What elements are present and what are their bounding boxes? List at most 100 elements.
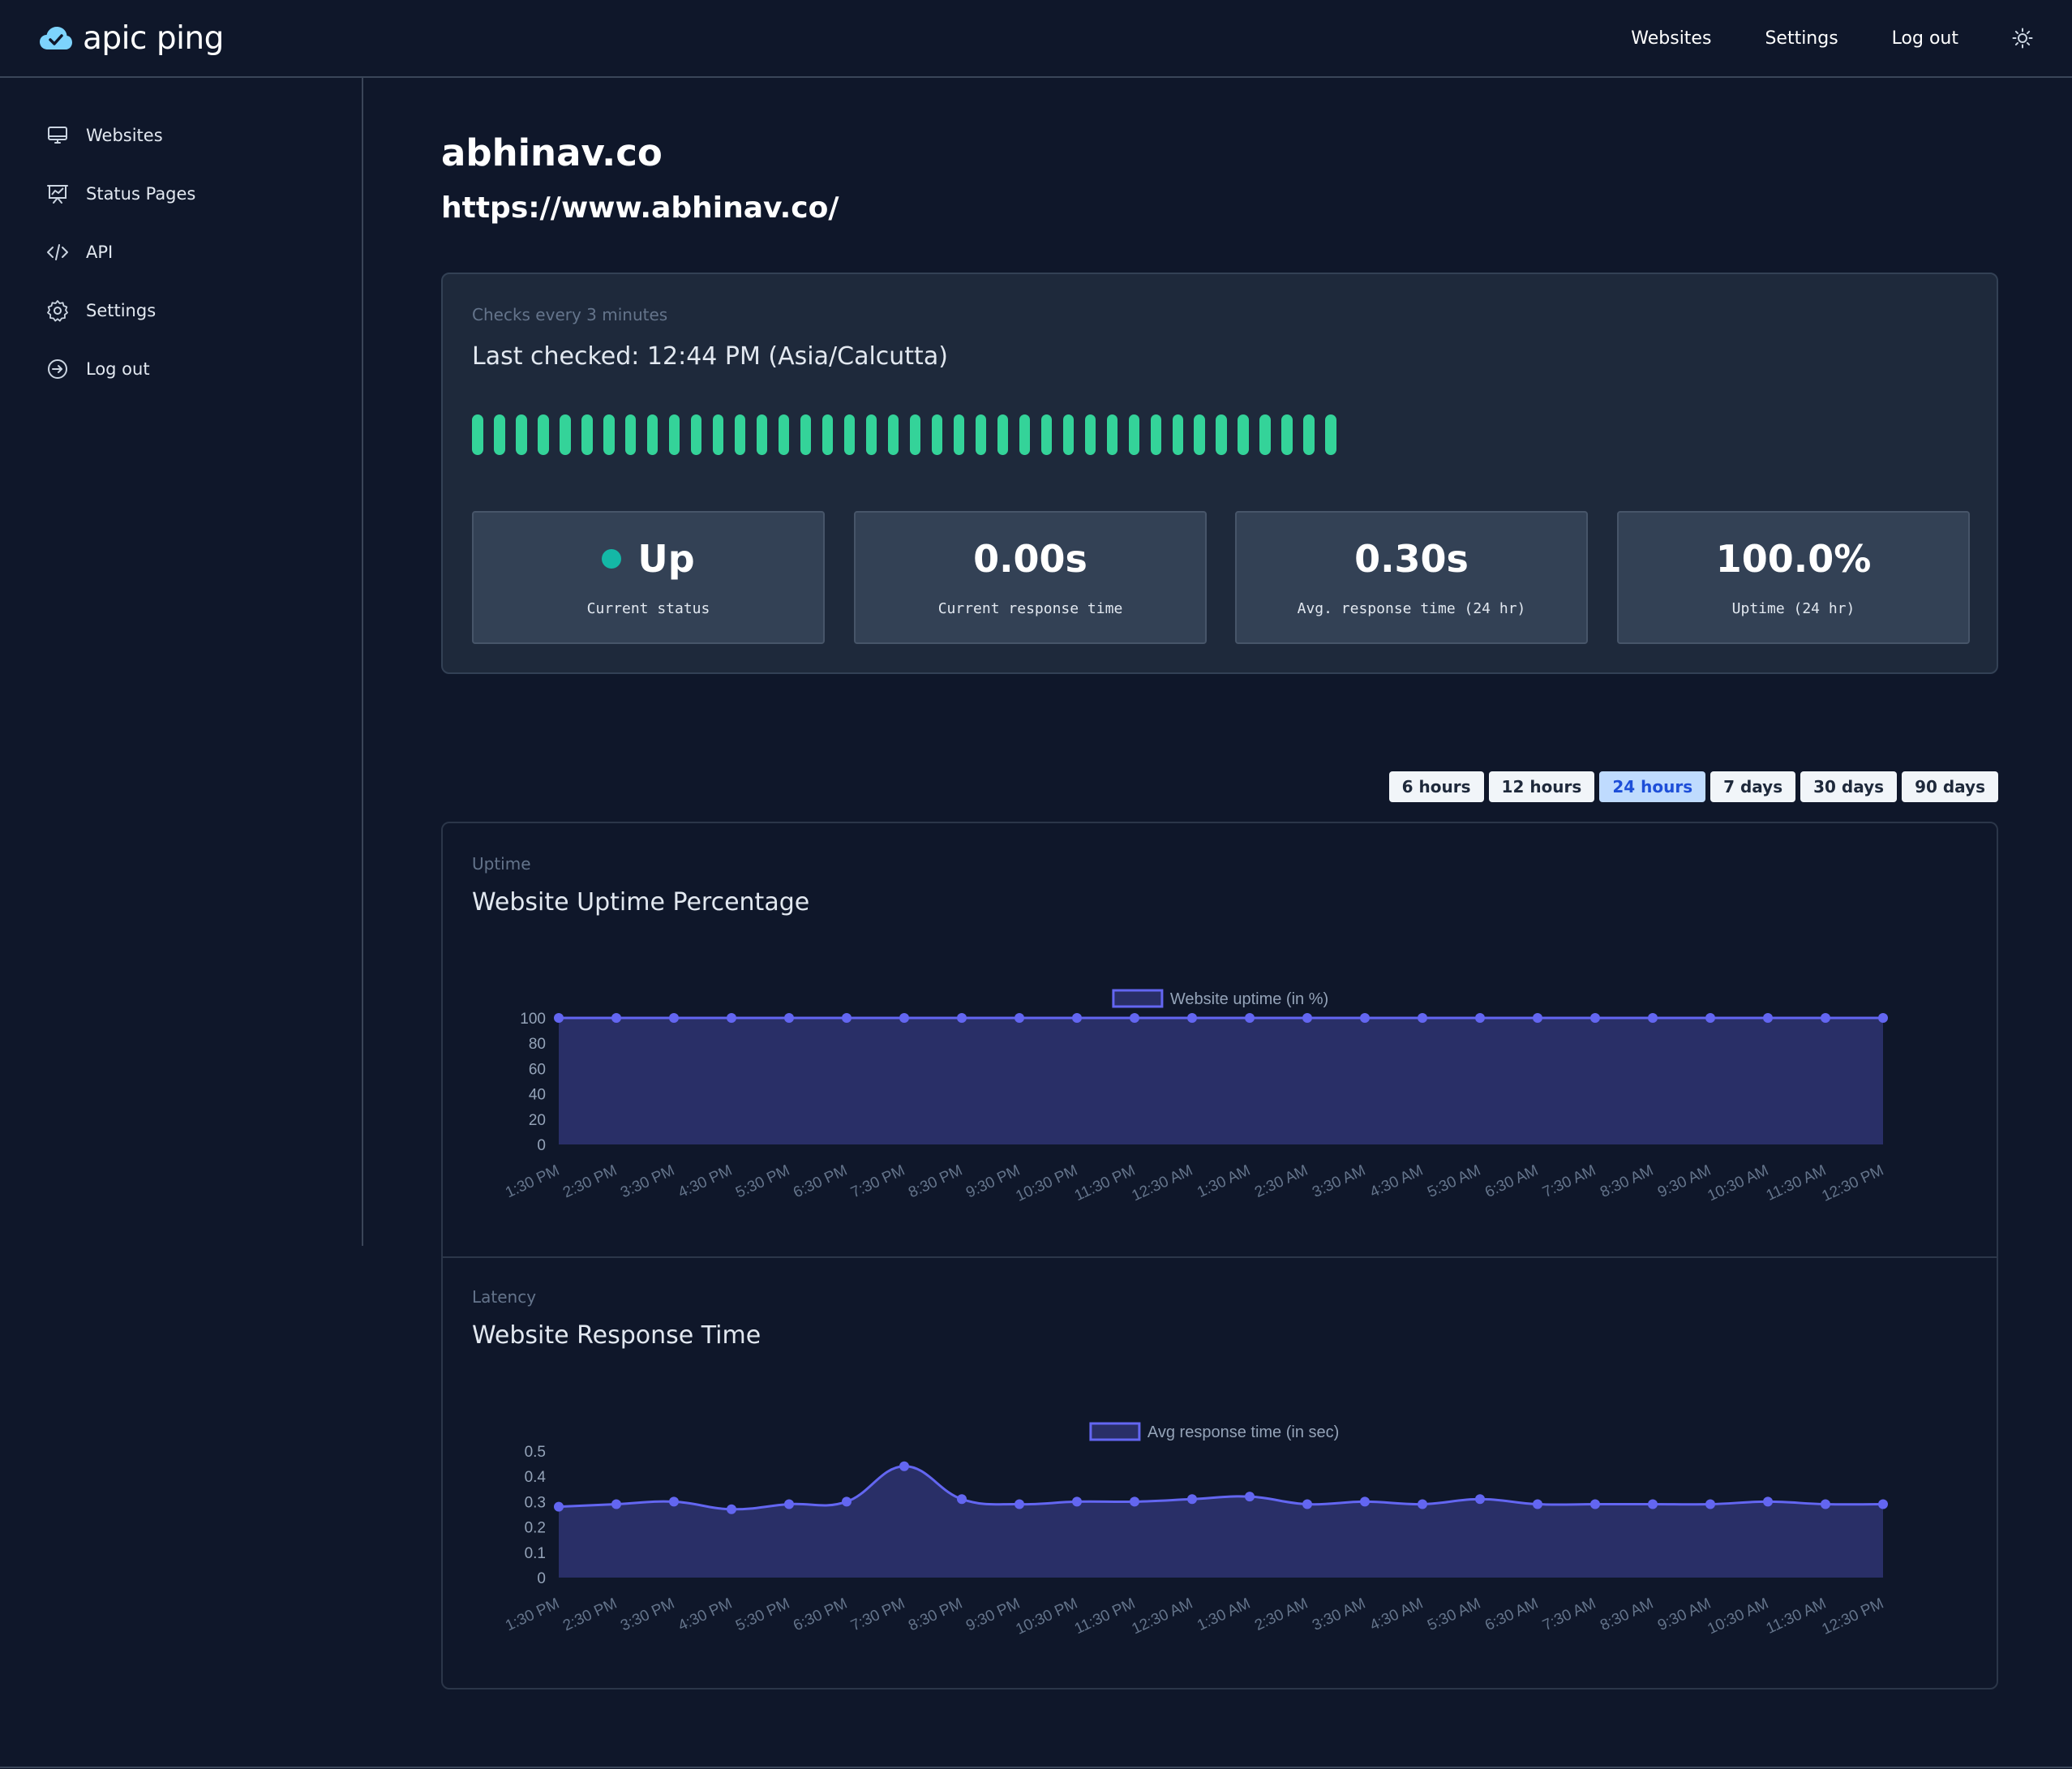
heartbeat-tick[interactable] — [537, 414, 549, 455]
nav-settings-link[interactable]: Settings — [1765, 28, 1838, 49]
heartbeat-tick[interactable] — [1106, 414, 1118, 455]
presentation-chart-icon — [47, 185, 68, 204]
latency-chart-section: Latency Website Response Time Avg respon… — [443, 1258, 1997, 1691]
heartbeat-tick[interactable] — [865, 414, 877, 455]
heartbeat-tick[interactable] — [1084, 414, 1096, 455]
heartbeat-tick[interactable] — [822, 414, 834, 455]
heartbeat-tick[interactable] — [1040, 414, 1053, 455]
sidebar-item-settings[interactable]: Settings — [45, 298, 156, 323]
range-button[interactable]: 30 days — [1800, 771, 1898, 802]
heartbeat-tick[interactable] — [624, 414, 637, 455]
data-point — [957, 1494, 967, 1505]
heartbeat-tick[interactable] — [581, 414, 593, 455]
y-tick-label: 0.2 — [525, 1520, 546, 1537]
data-point — [1533, 1499, 1542, 1509]
heartbeat-tick[interactable] — [931, 414, 943, 455]
heartbeat-bar — [472, 414, 1336, 455]
stat-current-status: Up Current status — [472, 511, 825, 644]
series-area — [559, 1466, 1883, 1578]
sidebar-item-logout[interactable]: Log out — [45, 357, 150, 381]
nav-websites-link[interactable]: Websites — [1631, 28, 1711, 49]
heartbeat-tick[interactable] — [1128, 414, 1140, 455]
code-icon — [47, 244, 68, 260]
data-point — [957, 1013, 967, 1023]
data-point — [1015, 1013, 1024, 1023]
check-interval-text: Checks every 3 minutes — [472, 305, 668, 324]
heartbeat-tick[interactable] — [1172, 414, 1184, 455]
range-button[interactable]: 7 days — [1710, 771, 1796, 802]
heartbeat-tick[interactable] — [953, 414, 965, 455]
heartbeat-tick[interactable] — [997, 414, 1009, 455]
stat-label: Current status — [586, 600, 710, 617]
x-tick-label: 8:30 AM — [1598, 1595, 1656, 1634]
heartbeat-tick[interactable] — [843, 414, 856, 455]
uptime-chart: Website uptime (in %) 0 20 40 60 80 100 1:30 PM… — [503, 989, 1888, 1205]
heartbeat-tick[interactable] — [1216, 414, 1228, 455]
data-point — [1418, 1499, 1427, 1509]
y-tick-label: 80 — [529, 1036, 546, 1053]
data-point — [1418, 1013, 1427, 1023]
heartbeat-tick[interactable] — [472, 414, 483, 455]
heartbeat-tick[interactable] — [603, 414, 615, 455]
brand-name: apic ping — [83, 19, 224, 57]
data-point — [784, 1013, 794, 1023]
website-url[interactable]: https://www.abhinav.co/ — [441, 191, 839, 225]
heartbeat-tick[interactable] — [1062, 414, 1075, 455]
heartbeat-tick[interactable] — [1238, 414, 1250, 455]
data-point — [1360, 1496, 1370, 1507]
heartbeat-tick[interactable] — [1150, 414, 1162, 455]
heartbeat-tick[interactable] — [1281, 414, 1293, 455]
heartbeat-tick[interactable] — [778, 414, 790, 455]
sidebar-item-label: Websites — [86, 126, 163, 145]
theme-toggle-button[interactable] — [2012, 28, 2033, 49]
y-tick-label: 100 — [520, 1011, 546, 1028]
data-point — [669, 1496, 679, 1507]
heartbeat-tick[interactable] — [1325, 414, 1336, 455]
heartbeat-tick[interactable] — [756, 414, 768, 455]
sidebar-item-api[interactable]: API — [45, 240, 113, 264]
heartbeat-tick[interactable] — [1303, 414, 1315, 455]
heartbeat-tick[interactable] — [668, 414, 680, 455]
heartbeat-tick[interactable] — [493, 414, 505, 455]
sidebar-item-label: Log out — [86, 359, 150, 379]
x-tick-label: 10:30 PM — [1014, 1161, 1081, 1204]
data-point — [899, 1461, 909, 1471]
heartbeat-tick[interactable] — [690, 414, 702, 455]
heartbeat-tick[interactable] — [646, 414, 658, 455]
time-range-selector: 6 hours 12 hours 24 hours 7 days 30 days 90 d… — [1388, 771, 1998, 802]
data-point — [1821, 1013, 1830, 1023]
sidebar-item-label: API — [86, 243, 114, 262]
range-button[interactable]: 12 hours — [1488, 771, 1595, 802]
brand-logo[interactable]: apic ping — [39, 20, 224, 57]
range-button[interactable]: 24 hours — [1599, 771, 1706, 802]
heartbeat-tick[interactable] — [800, 414, 812, 455]
range-button[interactable]: 6 hours — [1388, 771, 1484, 802]
sidebar-item-websites[interactable]: Websites — [45, 123, 163, 148]
legend-label: Avg response time (in sec) — [1148, 1423, 1339, 1441]
nav-logout-link[interactable]: Log out — [1892, 28, 1958, 49]
data-point — [1130, 1496, 1139, 1507]
heartbeat-tick[interactable] — [1194, 414, 1206, 455]
data-point — [1187, 1494, 1197, 1505]
x-tick-label: 12:30 PM — [1820, 1161, 1887, 1204]
legend-swatch — [1112, 989, 1164, 1008]
data-point — [1302, 1499, 1312, 1509]
heartbeat-tick[interactable] — [515, 414, 527, 455]
heartbeat-tick[interactable] — [734, 414, 746, 455]
heartbeat-tick[interactable] — [712, 414, 724, 455]
data-point — [842, 1496, 852, 1507]
heartbeat-tick[interactable] — [1019, 414, 1031, 455]
data-point — [554, 1013, 564, 1023]
heartbeat-tick[interactable] — [1259, 414, 1272, 455]
heartbeat-tick[interactable] — [559, 414, 571, 455]
x-tick-label: 10:30 PM — [1014, 1595, 1081, 1638]
data-point — [1648, 1499, 1658, 1509]
x-tick-label: 11:30 PM — [1072, 1595, 1138, 1638]
range-button[interactable]: 90 days — [1902, 771, 1998, 802]
heartbeat-tick[interactable] — [975, 414, 987, 455]
x-tick-label: 2:30 PM — [560, 1161, 620, 1201]
x-tick-label: 6:30 PM — [791, 1595, 850, 1634]
sidebar-item-status-pages[interactable]: Status Pages — [45, 182, 195, 206]
heartbeat-tick[interactable] — [909, 414, 921, 455]
heartbeat-tick[interactable] — [887, 414, 899, 455]
